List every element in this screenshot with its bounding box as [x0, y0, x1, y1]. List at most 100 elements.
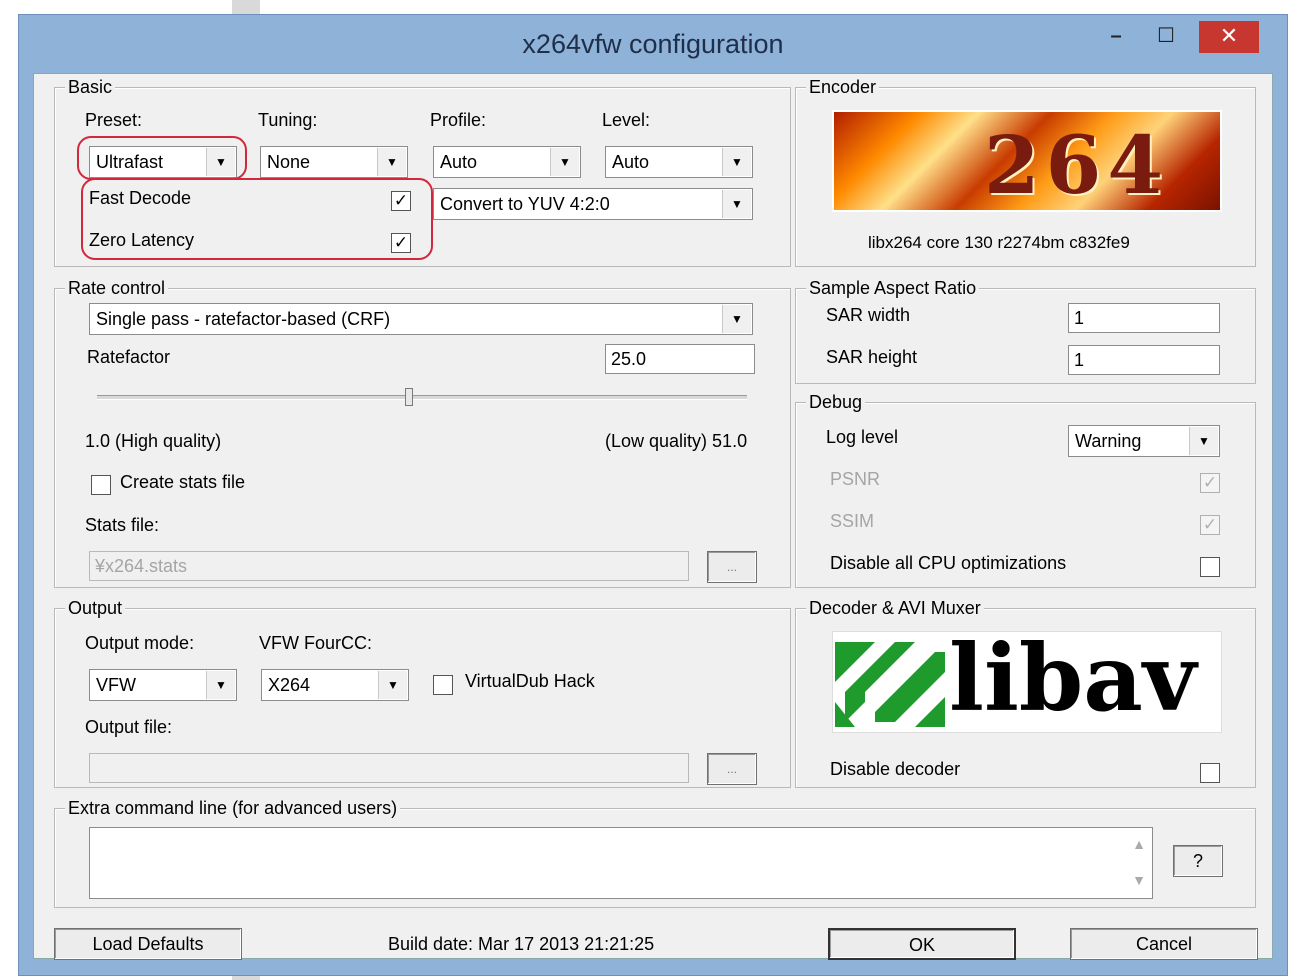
preset-label: Preset: [85, 110, 143, 130]
output-file-input[interactable] [89, 753, 689, 783]
psnr-label: PSNR [830, 469, 881, 489]
fourcc-select[interactable]: X264 ▼ [261, 669, 409, 701]
ratefactor-value: 25.0 [611, 349, 647, 369]
background-window-edge [1290, 14, 1300, 314]
ok-button[interactable]: OK [828, 928, 1016, 960]
log-level-label: Log level [826, 427, 899, 447]
create-stats-label: Create stats file [120, 472, 246, 492]
output-mode-select[interactable]: VFW ▼ [89, 669, 237, 701]
extra-command-input[interactable]: ▲ ▼ [89, 827, 1153, 899]
profile-value: Auto [440, 152, 478, 172]
psnr-checkbox[interactable]: ✓ [1200, 473, 1220, 493]
profile-label: Profile: [430, 110, 487, 130]
load-defaults-button[interactable]: Load Defaults [54, 928, 242, 960]
encoder-legend: Encoder [806, 77, 880, 98]
fourcc-value: X264 [268, 675, 311, 695]
scroll-up-icon[interactable]: ▲ [1128, 836, 1150, 852]
level-select[interactable]: Auto ▼ [605, 146, 753, 178]
tuning-label: Tuning: [258, 110, 318, 130]
tuning-select[interactable]: None ▼ [260, 146, 408, 178]
output-mode-label: Output mode: [85, 633, 195, 653]
log-level-select[interactable]: Warning ▼ [1068, 425, 1220, 457]
log-level-value: Warning [1075, 431, 1142, 451]
level-value: Auto [612, 152, 650, 172]
chevron-down-icon[interactable]: ▼ [722, 148, 751, 176]
stats-file-value: ¥x264.stats [95, 556, 188, 576]
libav-logo: libav [832, 631, 1222, 733]
output-legend: Output [65, 598, 126, 619]
output-group: Output Output mode: VFW FourCC: VFW ▼ X2… [54, 598, 791, 788]
disable-cpu-checkbox[interactable] [1200, 557, 1220, 577]
help-button[interactable]: ? [1173, 845, 1223, 877]
sar-width-value: 1 [1074, 308, 1085, 328]
chevron-down-icon[interactable]: ▼ [722, 305, 751, 333]
slider-min-label: 1.0 (High quality) [85, 431, 222, 451]
ssim-checkbox[interactable]: ✓ [1200, 515, 1220, 535]
build-date: Build date: Mar 17 2013 21:21:25 [388, 934, 655, 954]
colorspace-select[interactable]: Convert to YUV 4:2:0 ▼ [433, 188, 753, 220]
output-browse-button[interactable]: ... [707, 753, 757, 785]
extra-legend: Extra command line (for advanced users) [65, 798, 401, 819]
virtualdub-checkbox[interactable] [433, 675, 453, 695]
stats-file-label: Stats file: [85, 515, 160, 535]
ssim-label: SSIM [830, 511, 875, 531]
ratefactor-label: Ratefactor [87, 347, 171, 367]
output-file-label: Output file: [85, 717, 173, 737]
output-mode-value: VFW [96, 675, 136, 695]
chevron-down-icon[interactable]: ▼ [206, 671, 235, 699]
level-label: Level: [602, 110, 651, 130]
ratefactor-input[interactable]: 25.0 [605, 344, 755, 374]
tuning-value: None [267, 152, 311, 172]
maximize-button[interactable]: ☐ [1149, 21, 1183, 53]
x264-logo-text: 264 [984, 118, 1169, 212]
libav-logo-text: libav [949, 631, 1197, 732]
stats-file-input[interactable]: ¥x264.stats [89, 551, 689, 581]
colorspace-value: Convert to YUV 4:2:0 [440, 194, 610, 214]
chevron-down-icon[interactable]: ▼ [550, 148, 579, 176]
dialog-client: Basic Preset: Tuning: Profile: Level: Ul… [33, 73, 1273, 960]
rate-control-group: Rate control Single pass - ratefactor-ba… [54, 278, 791, 588]
virtualdub-label: VirtualDub Hack [465, 671, 595, 691]
extra-group: Extra command line (for advanced users) … [54, 798, 1256, 908]
debug-legend: Debug [806, 392, 866, 413]
sar-height-label: SAR height [826, 347, 918, 367]
stats-browse-button[interactable]: ... [707, 551, 757, 583]
disable-decoder-label: Disable decoder [830, 759, 961, 779]
slider-max-label: (Low quality) 51.0 [605, 431, 748, 451]
decoder-legend: Decoder & AVI Muxer [806, 598, 984, 619]
cancel-button[interactable]: Cancel [1070, 928, 1258, 960]
title-bar[interactable]: x264vfw configuration – ☐ ✕ [19, 15, 1287, 77]
encoder-group: Encoder 264 libx264 core 130 r2274bm c83… [795, 77, 1256, 267]
rate-mode-select[interactable]: Single pass - ratefactor-based (CRF) ▼ [89, 303, 753, 335]
ratefactor-slider-track[interactable] [97, 395, 747, 400]
create-stats-checkbox[interactable] [91, 475, 111, 495]
disable-cpu-label: Disable all CPU optimizations [830, 553, 1067, 573]
preset-highlight-mark [77, 136, 247, 180]
scroll-down-icon[interactable]: ▼ [1128, 872, 1150, 888]
chevron-down-icon[interactable]: ▼ [722, 190, 751, 218]
x264-logo: 264 [832, 110, 1222, 212]
sar-width-input[interactable]: 1 [1068, 303, 1220, 333]
sar-group: Sample Aspect Ratio SAR width 1 SAR heig… [795, 278, 1256, 384]
sar-height-value: 1 [1074, 350, 1085, 370]
rate-mode-value: Single pass - ratefactor-based (CRF) [96, 309, 391, 329]
latency-highlight-mark [81, 178, 433, 260]
libav-symbol-icon [835, 642, 945, 727]
dialog-window: x264vfw configuration – ☐ ✕ Basic Preset… [18, 14, 1288, 976]
sar-height-input[interactable]: 1 [1068, 345, 1220, 375]
encoder-version: libx264 core 130 r2274bm c832fe9 [868, 233, 1130, 252]
profile-select[interactable]: Auto ▼ [433, 146, 581, 178]
background-strip [232, 0, 260, 14]
chevron-down-icon[interactable]: ▼ [378, 671, 407, 699]
close-button[interactable]: ✕ [1199, 21, 1259, 53]
chevron-down-icon[interactable]: ▼ [1189, 427, 1218, 455]
basic-group: Basic Preset: Tuning: Profile: Level: Ul… [54, 77, 791, 267]
ratefactor-slider-thumb[interactable] [405, 388, 413, 406]
basic-legend: Basic [65, 77, 116, 98]
decoder-group: Decoder & AVI Muxer libav Disable decode… [795, 598, 1256, 788]
minimize-button[interactable]: – [1101, 21, 1131, 53]
disable-decoder-checkbox[interactable] [1200, 763, 1220, 783]
fourcc-label: VFW FourCC: [259, 633, 373, 653]
chevron-down-icon[interactable]: ▼ [377, 148, 406, 176]
debug-group: Debug Log level Warning ▼ PSNR ✓ SSIM ✓ … [795, 392, 1256, 588]
